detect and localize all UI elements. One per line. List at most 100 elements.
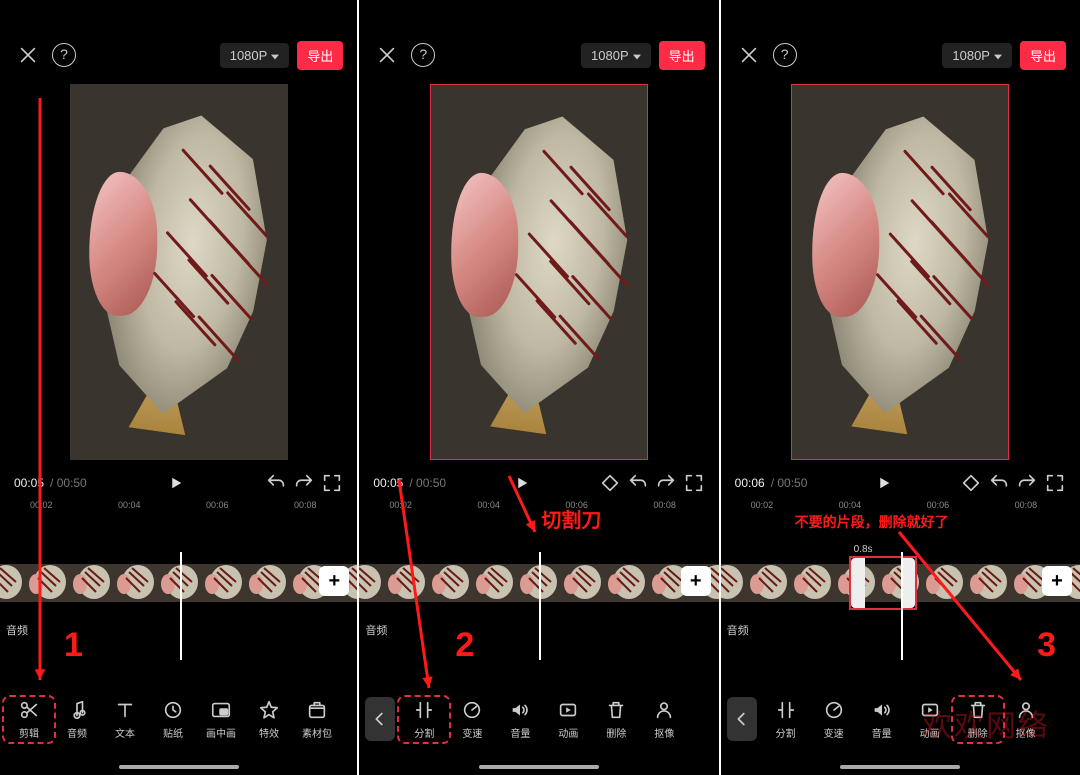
home-indicator (119, 765, 239, 769)
clip-thumbnail[interactable] (921, 564, 965, 602)
tool-split[interactable]: 分割 (763, 699, 809, 740)
play-button[interactable] (165, 472, 187, 494)
clip-area[interactable]: + (0, 552, 357, 620)
clip-thumbnail[interactable] (383, 564, 427, 602)
tool-label: 素材包 (302, 725, 332, 740)
tool-label: 音频 (67, 725, 87, 740)
timeline-tick: 00:06 (927, 500, 950, 510)
tool-split[interactable]: 分割 (401, 699, 447, 740)
tool-audio[interactable]: 音频 (54, 699, 100, 740)
annotation-number: 1 (64, 626, 83, 665)
timeline-ruler[interactable]: 00:0200:0400:0600:08 (359, 500, 718, 516)
close-button[interactable] (14, 41, 42, 69)
add-clip-button[interactable]: + (319, 566, 349, 596)
undo-button[interactable] (627, 472, 649, 494)
resolution-selector[interactable]: 1080P (942, 43, 1012, 68)
tool-speed[interactable]: 变速 (449, 699, 495, 740)
tool-label: 剪辑 (19, 725, 39, 740)
playhead[interactable] (901, 552, 903, 660)
fullscreen-button[interactable] (1044, 472, 1066, 494)
tool-anim[interactable]: 动画 (545, 699, 591, 740)
help-button[interactable]: ? (52, 43, 76, 67)
add-clip-button[interactable]: + (1042, 566, 1072, 596)
bottom-toolbar: 分割 变速 音量 动画 删除 抠像 (359, 689, 718, 749)
redo-button[interactable] (655, 472, 677, 494)
video-preview[interactable] (430, 84, 648, 460)
current-time: 00:05 (373, 476, 403, 490)
current-time: 00:05 (14, 476, 44, 490)
clip-thumbnail[interactable] (244, 564, 288, 602)
play-button[interactable] (873, 472, 895, 494)
selection-duration: 0.8s (854, 544, 873, 555)
tool-pip[interactable]: 画中画 (198, 699, 244, 740)
tool-sticker[interactable]: 贴纸 (150, 699, 196, 740)
clip-thumbnail[interactable] (24, 564, 68, 602)
tool-effects[interactable]: 特效 (246, 699, 292, 740)
clip-area[interactable]: + (359, 552, 718, 620)
undo-button[interactable] (265, 472, 287, 494)
keyframe-button[interactable] (960, 472, 982, 494)
resolution-selector[interactable]: 1080P (220, 43, 290, 68)
clip-thumbnail[interactable] (603, 564, 647, 602)
keyframe-button[interactable] (599, 472, 621, 494)
person-icon (653, 699, 675, 721)
fullscreen-button[interactable] (683, 472, 705, 494)
audio-track-label[interactable]: 音频 (0, 620, 357, 638)
close-button[interactable] (735, 41, 763, 69)
clip-thumbnail[interactable] (200, 564, 244, 602)
tool-speed[interactable]: 变速 (811, 699, 857, 740)
undo-button[interactable] (988, 472, 1010, 494)
clip-thumbnail[interactable] (68, 564, 112, 602)
add-clip-button[interactable]: + (681, 566, 711, 596)
export-button[interactable]: 导出 (1020, 41, 1066, 70)
tool-volume[interactable]: 音量 (497, 699, 543, 740)
redo-button[interactable] (293, 472, 315, 494)
help-button[interactable]: ? (411, 43, 435, 67)
clip-strip[interactable] (0, 564, 357, 602)
clip-selection[interactable]: 0.8s (849, 556, 917, 610)
clip-thumbnail[interactable] (359, 564, 383, 602)
clip-thumbnail[interactable] (427, 564, 471, 602)
resolution-label: 1080P (952, 48, 990, 63)
clip-thumbnail[interactable] (156, 564, 200, 602)
video-preview[interactable] (70, 84, 288, 460)
anim-icon (557, 699, 579, 721)
playback-bar: 00:05 / 00:50 (0, 466, 357, 500)
clip-thumbnail[interactable] (965, 564, 1009, 602)
clip-thumbnail[interactable] (789, 564, 833, 602)
annotation-text: 切割刀 (541, 504, 601, 533)
video-preview[interactable] (791, 84, 1009, 460)
tool-label: 画中画 (206, 725, 236, 740)
export-button[interactable]: 导出 (659, 41, 705, 70)
resolution-selector[interactable]: 1080P (581, 43, 651, 68)
help-button[interactable]: ? (773, 43, 797, 67)
tool-volume[interactable]: 音量 (859, 699, 905, 740)
playhead[interactable] (539, 552, 541, 660)
selection-handle-right[interactable] (901, 558, 915, 608)
export-button[interactable]: 导出 (297, 41, 343, 70)
toolbar-back-button[interactable] (727, 697, 757, 741)
playhead[interactable] (180, 552, 182, 660)
play-button[interactable] (511, 472, 533, 494)
timeline-ruler[interactable]: 00:0200:0400:0600:08 (0, 500, 357, 516)
clip-thumbnail[interactable] (515, 564, 559, 602)
tool-pack[interactable]: 素材包 (294, 699, 340, 740)
close-button[interactable] (373, 41, 401, 69)
toolbar-back-button[interactable] (365, 697, 395, 741)
clip-thumbnail[interactable] (471, 564, 515, 602)
clip-thumbnail[interactable] (745, 564, 789, 602)
clip-thumbnail[interactable] (559, 564, 603, 602)
tool-delete[interactable]: 删除 (593, 699, 639, 740)
tool-text[interactable]: 文本 (102, 699, 148, 740)
clip-thumbnail[interactable] (112, 564, 156, 602)
clip-area[interactable]: + 0.8s (721, 552, 1080, 620)
caret-down-icon (633, 48, 641, 63)
clip-thumbnail[interactable] (721, 564, 745, 602)
tool-matting[interactable]: 抠像 (641, 699, 687, 740)
redo-button[interactable] (1016, 472, 1038, 494)
resolution-label: 1080P (230, 48, 268, 63)
selection-handle-left[interactable] (851, 558, 865, 608)
clip-thumbnail[interactable] (0, 564, 24, 602)
fullscreen-button[interactable] (321, 472, 343, 494)
tool-edit[interactable]: 剪辑 (6, 699, 52, 740)
